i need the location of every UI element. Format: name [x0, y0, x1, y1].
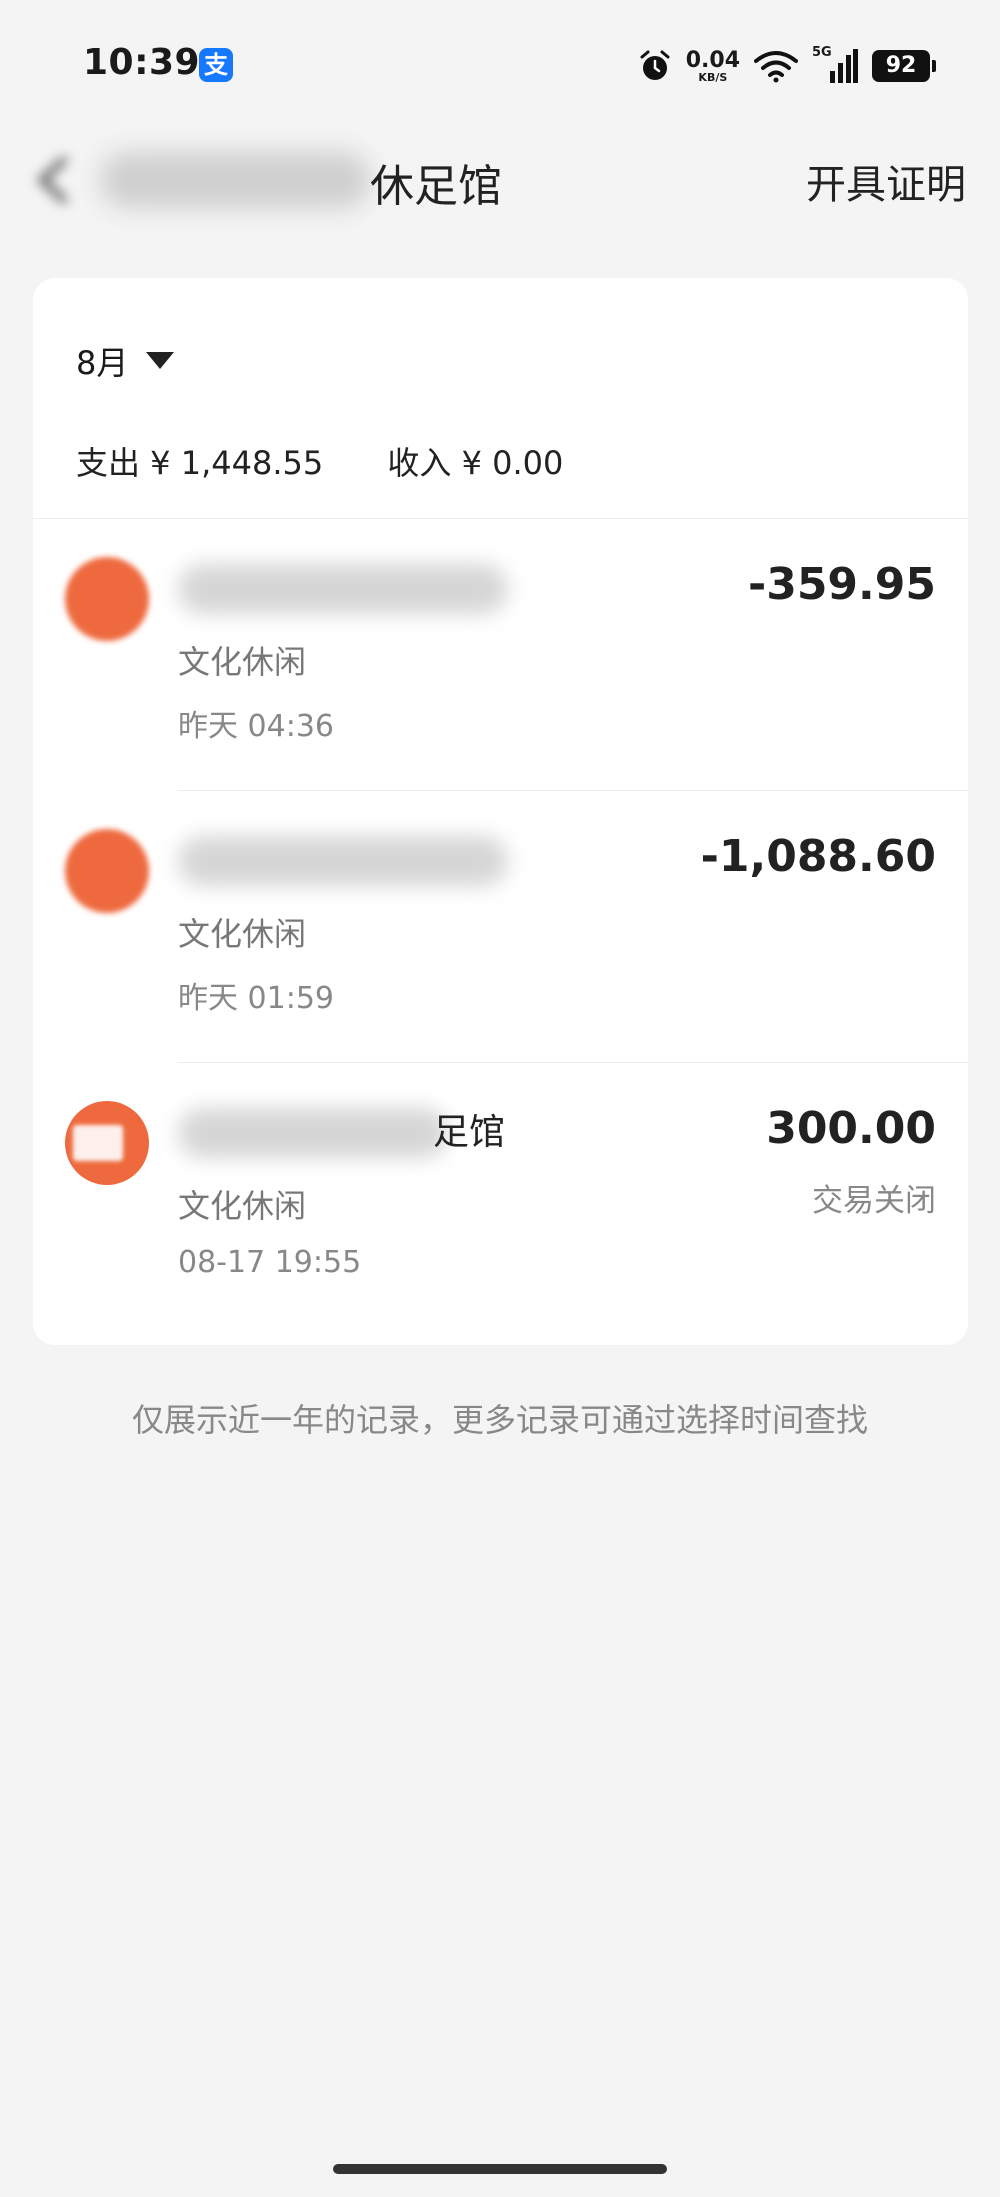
merchant-name-redacted — [178, 564, 508, 614]
network-speed-unit: KB/S — [698, 70, 728, 84]
cellular-signal: 5G — [812, 45, 858, 85]
page-title: 休足馆 — [370, 161, 502, 212]
top-bar: 休足馆 开具证明 — [0, 130, 1000, 230]
shop-icon — [73, 1125, 123, 1161]
status-icons: 0.04 KB/S 5G 92 — [638, 44, 936, 88]
battery-icon: 92 — [872, 50, 936, 82]
income-total: 收入 ¥ 0.00 — [387, 444, 564, 482]
transaction-row[interactable]: 文化休闲 昨天 01:59 -1,088.60 — [33, 791, 968, 1063]
transaction-time: 昨天 04:36 — [178, 709, 334, 744]
cellular-signal-icon — [830, 49, 858, 83]
transaction-amount: -359.95 — [747, 559, 936, 610]
home-indicator[interactable] — [333, 2164, 667, 2174]
footer-note: 仅展示近一年的记录，更多记录可通过选择时间查找 — [131, 1401, 868, 1439]
transaction-row[interactable]: 文化休闲 昨天 04:36 -359.95 — [33, 519, 968, 791]
network-speed: 0.04 KB/S — [685, 47, 740, 84]
status-time: 10:39 — [83, 42, 201, 83]
transaction-category: 文化休闲 — [178, 1187, 307, 1225]
alipay-app-icon: 支 — [199, 48, 233, 82]
transaction-status: 交易关闭 — [812, 1183, 936, 1219]
transaction-row[interactable]: 足馆 文化休闲 08-17 19:55 300.00 交易关闭 — [33, 1063, 968, 1335]
shop-avatar-icon — [65, 1101, 149, 1185]
network-speed-value: 0.04 — [685, 47, 740, 73]
merchant-name-tail: 足馆 — [433, 1112, 506, 1153]
transaction-time: 08-17 19:55 — [178, 1245, 362, 1280]
expense-total: 支出 ¥ 1,448.55 — [76, 444, 324, 482]
month-summary: 支出 ¥ 1,448.55 收入 ¥ 0.00 — [76, 438, 617, 484]
status-bar: 10:39 支 0.04 KB/S 5G 92 — [0, 0, 1000, 120]
transaction-amount: 300.00 — [766, 1103, 936, 1154]
merchant-avatar — [65, 557, 149, 641]
transaction-category: 文化休闲 — [178, 915, 307, 953]
alarm-icon — [640, 50, 670, 80]
transaction-amount: -1,088.60 — [700, 831, 936, 882]
merchant-title-redacted — [100, 152, 370, 208]
month-label: 8月 — [76, 344, 129, 382]
merchant-name-redacted — [178, 836, 508, 886]
merchant-avatar — [65, 829, 149, 913]
caret-down-icon — [146, 352, 175, 369]
issue-certificate-button[interactable]: 开具证明 — [806, 152, 966, 210]
transaction-category: 文化休闲 — [178, 643, 307, 681]
wifi-icon — [754, 51, 798, 83]
month-selector[interactable]: 8月 — [76, 338, 175, 384]
transaction-time: 昨天 01:59 — [178, 981, 334, 1016]
back-arrow-icon[interactable] — [30, 152, 80, 208]
bill-card: 8月 支出 ¥ 1,448.55 收入 ¥ 0.00 文化休闲 昨天 04:36… — [33, 278, 968, 1345]
merchant-name-redacted — [178, 1108, 448, 1158]
